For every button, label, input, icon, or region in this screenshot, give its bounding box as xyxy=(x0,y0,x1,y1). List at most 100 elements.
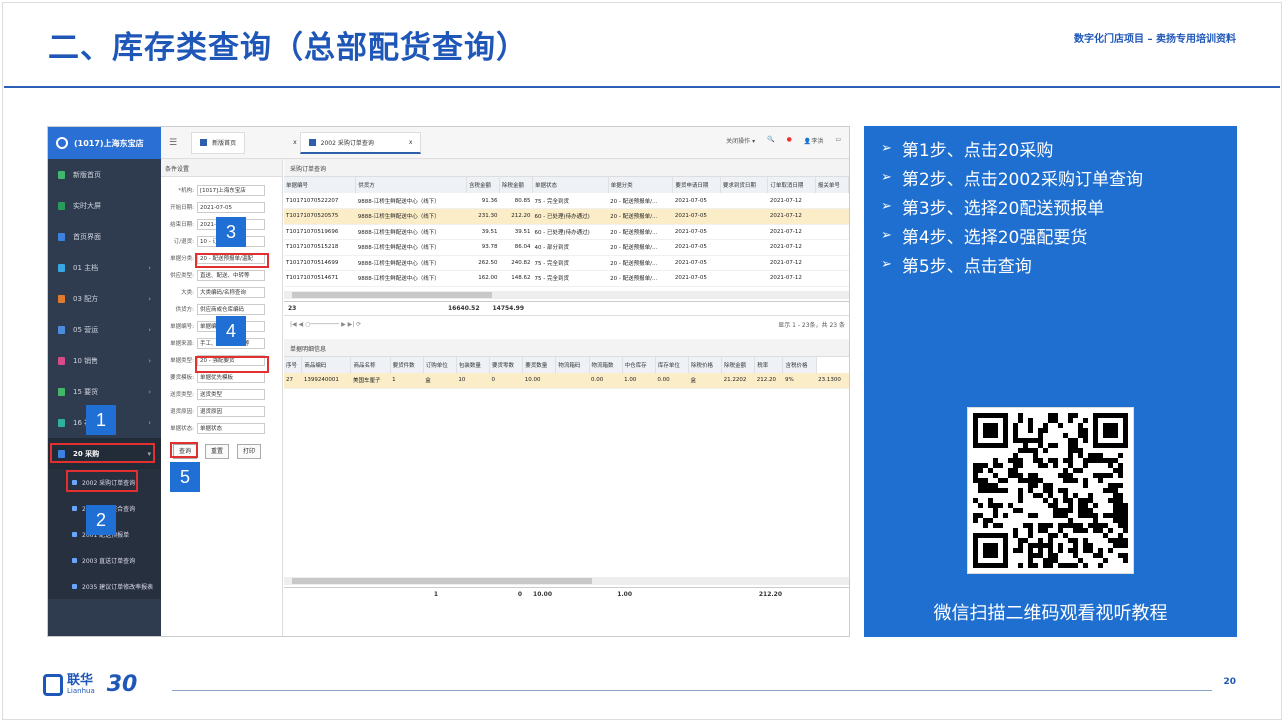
column-header[interactable]: 除税价格 xyxy=(688,356,723,373)
tab-home[interactable]: 新版首页 xyxy=(191,131,246,154)
close-ops-dropdown[interactable]: 关闭操作 ▾ xyxy=(726,136,755,145)
menu-icon xyxy=(58,387,65,396)
tab-close-icon[interactable]: x xyxy=(293,139,297,146)
table-row[interactable]: T10171070522207 9888-江桥生鲜配送中心（线下） 91.36 80.… xyxy=(284,193,849,209)
sidebar-item[interactable]: 03 配方 › xyxy=(48,283,161,314)
orders-pager[interactable]: |◀ ◀ ○──────── ▶ ▶| ⟳ 显示 1 - 23条，共 23 条 xyxy=(284,314,849,333)
step-item: ➢ 第4步、选择20强配要货 xyxy=(881,221,1237,250)
table-cell: 9% xyxy=(782,372,817,389)
total-amount: 212.20 xyxy=(758,590,782,598)
tab-close-icon[interactable]: x xyxy=(409,139,413,146)
notification-icon[interactable]: ● xyxy=(787,136,792,145)
qr-code xyxy=(967,407,1134,574)
orders-hscrollbar[interactable] xyxy=(284,290,849,299)
sidebar-subitem[interactable]: 2003 直送订单查询 xyxy=(48,547,161,573)
print-button[interactable]: 打印 xyxy=(237,444,262,459)
column-header[interactable]: 包装数量 xyxy=(456,356,491,373)
table-cell: 39.51 xyxy=(499,224,533,240)
column-header[interactable]: 单据编号 xyxy=(284,177,357,193)
column-header[interactable]: 供货方 xyxy=(355,177,468,193)
filter-field[interactable]: 单据优先模板 xyxy=(197,371,265,383)
column-header[interactable]: 要货数量 xyxy=(522,356,557,373)
lianhua-logo-icon xyxy=(43,673,63,696)
monitor-icon[interactable]: ▭ xyxy=(835,136,841,145)
filter-field[interactable]: 送货类型 xyxy=(197,388,265,400)
table-cell: 20 - 配送预报单/... xyxy=(608,224,673,240)
column-header[interactable]: 订购单位 xyxy=(423,356,457,373)
column-header[interactable]: 要货零数 xyxy=(489,356,524,373)
column-header[interactable]: 要求到货日期 xyxy=(720,177,769,193)
filter-field[interactable]: 退货原因 xyxy=(197,405,265,417)
details-hscrollbar[interactable] xyxy=(284,576,849,585)
filter-row: 退货原因: 退货原因 xyxy=(161,404,282,420)
home-tab-icon xyxy=(200,139,208,146)
menu-icon xyxy=(58,418,65,427)
filter-field[interactable]: 直送、配送、中转等 xyxy=(197,269,265,281)
menu-icon xyxy=(58,263,65,272)
table-row[interactable]: T10171070515218 9888-江桥生鲜配送中心（线下） 93.78 86.… xyxy=(284,239,849,256)
table-cell: 10 xyxy=(456,372,490,389)
menu-icon[interactable]: ☰ xyxy=(169,138,177,148)
filter-field[interactable]: 大类编码/名称查询 xyxy=(197,286,265,298)
column-header[interactable]: 含税金额 xyxy=(466,177,501,193)
column-header[interactable]: 含税价格 xyxy=(782,356,817,373)
column-header[interactable]: 序号 xyxy=(284,356,303,373)
details-total-row: 1 0 10.00 1.00 212.20 xyxy=(284,586,849,601)
pager-controls[interactable]: |◀ ◀ ○──────── ▶ ▶| ⟳ xyxy=(290,321,361,328)
column-header[interactable]: 单据分类 xyxy=(608,177,674,193)
filter-field[interactable]: 2021-07-05 xyxy=(197,201,265,213)
sidebar-subitem[interactable]: 2035 建议订单修改率报表 xyxy=(48,573,161,599)
column-header[interactable]: 订单取消日期 xyxy=(767,177,816,193)
sidebar-item[interactable]: 05 营运 › xyxy=(48,314,161,345)
table-cell: 0.00 xyxy=(589,372,623,389)
sidebar-item-label: 01 主档 xyxy=(73,263,99,272)
sidebar-item[interactable]: 01 主档 › xyxy=(48,252,161,283)
table-cell: 1 xyxy=(390,372,424,389)
column-header[interactable]: 物流箱数 xyxy=(589,356,623,373)
user-menu[interactable]: 👤李洪 xyxy=(804,136,824,145)
brand-name-en: Lianhua xyxy=(67,687,95,695)
column-header[interactable]: 物流箱码 xyxy=(555,356,590,373)
sidebar-item[interactable]: 实时大屏 xyxy=(48,190,161,221)
step-marker-2: 2 xyxy=(86,505,116,535)
sidebar-item[interactable]: 15 要货 › xyxy=(48,376,161,407)
step-item: ➢ 第2步、点击2002采购订单查询 xyxy=(881,163,1237,192)
sidebar-item[interactable]: 新版首页 xyxy=(48,159,161,190)
filter-field[interactable]: [1017]上海东宝店 xyxy=(197,184,265,196)
column-header[interactable]: 除税金额 xyxy=(499,177,534,193)
table-cell: 9888-江桥生鲜配送中心（线下） xyxy=(355,255,467,271)
table-row[interactable]: T10171070514699 9888-江桥生鲜配送中心（线下） 262.50 24… xyxy=(284,255,849,271)
column-header[interactable]: 报关单号 xyxy=(815,177,849,193)
column-header[interactable]: 商品名称 xyxy=(350,356,391,373)
table-row[interactable]: 27 1399240001 美国车厘子 1 盒 10 0 10.00 0.00 1.00 0.00 盒… xyxy=(284,372,849,389)
table-cell: 91.36 xyxy=(466,193,500,209)
search-icon[interactable]: 🔍 xyxy=(767,136,774,145)
table-cell: 2021-07-05 xyxy=(672,270,721,287)
table-row[interactable]: T10171070514671 9888-江桥生鲜配送中心（线下） 162.00 14… xyxy=(284,270,849,287)
filter-label: 结束日期: xyxy=(170,222,194,229)
filter-label: 退货原因: xyxy=(170,409,194,416)
store-header[interactable]: (1017)上海东宝店 xyxy=(48,127,161,159)
column-header[interactable]: 要货申请日期 xyxy=(672,177,721,193)
column-header[interactable]: 单据状态 xyxy=(532,177,609,193)
tab-purchase-order-query[interactable]: 2002 采购订单查询 x xyxy=(299,131,422,154)
sidebar-item[interactable]: 首页界面 xyxy=(48,221,161,252)
table-cell: 212.20 xyxy=(754,372,783,389)
app-screenshot: (1017)上海东宝店 新版首页 实时大屏 首页界面 01 主档 › 03 配方 › 05 营… xyxy=(47,126,850,637)
table-row[interactable]: T10171070519696 9888-江桥生鲜配送中心（线下） 39.51 39.… xyxy=(284,224,849,240)
column-header[interactable]: 库存单位 xyxy=(655,356,689,373)
table-cell: 2021-07-12 xyxy=(767,255,816,271)
table-cell: 2021-07-12 xyxy=(767,270,816,287)
table-row[interactable]: T10171070520575 9888-江桥生鲜配送中心（线下） 231.30 21… xyxy=(284,208,849,225)
filter-field[interactable]: 单据状态 xyxy=(197,422,265,434)
column-header[interactable]: 除税金额 xyxy=(721,356,756,373)
reset-button[interactable]: 重置 xyxy=(205,444,230,459)
column-header[interactable]: 税率 xyxy=(754,356,784,373)
column-header[interactable]: 要货件数 xyxy=(390,356,424,373)
column-header[interactable]: 商品编码 xyxy=(301,356,352,373)
filter-field[interactable]: 供应商或仓库编码 xyxy=(197,303,265,315)
user-name: 李洪 xyxy=(811,138,824,145)
sidebar-item[interactable]: 10 销售 › xyxy=(48,345,161,376)
filter-label: 送货类型: xyxy=(170,392,194,399)
column-header[interactable]: 中仓库存 xyxy=(622,356,656,373)
